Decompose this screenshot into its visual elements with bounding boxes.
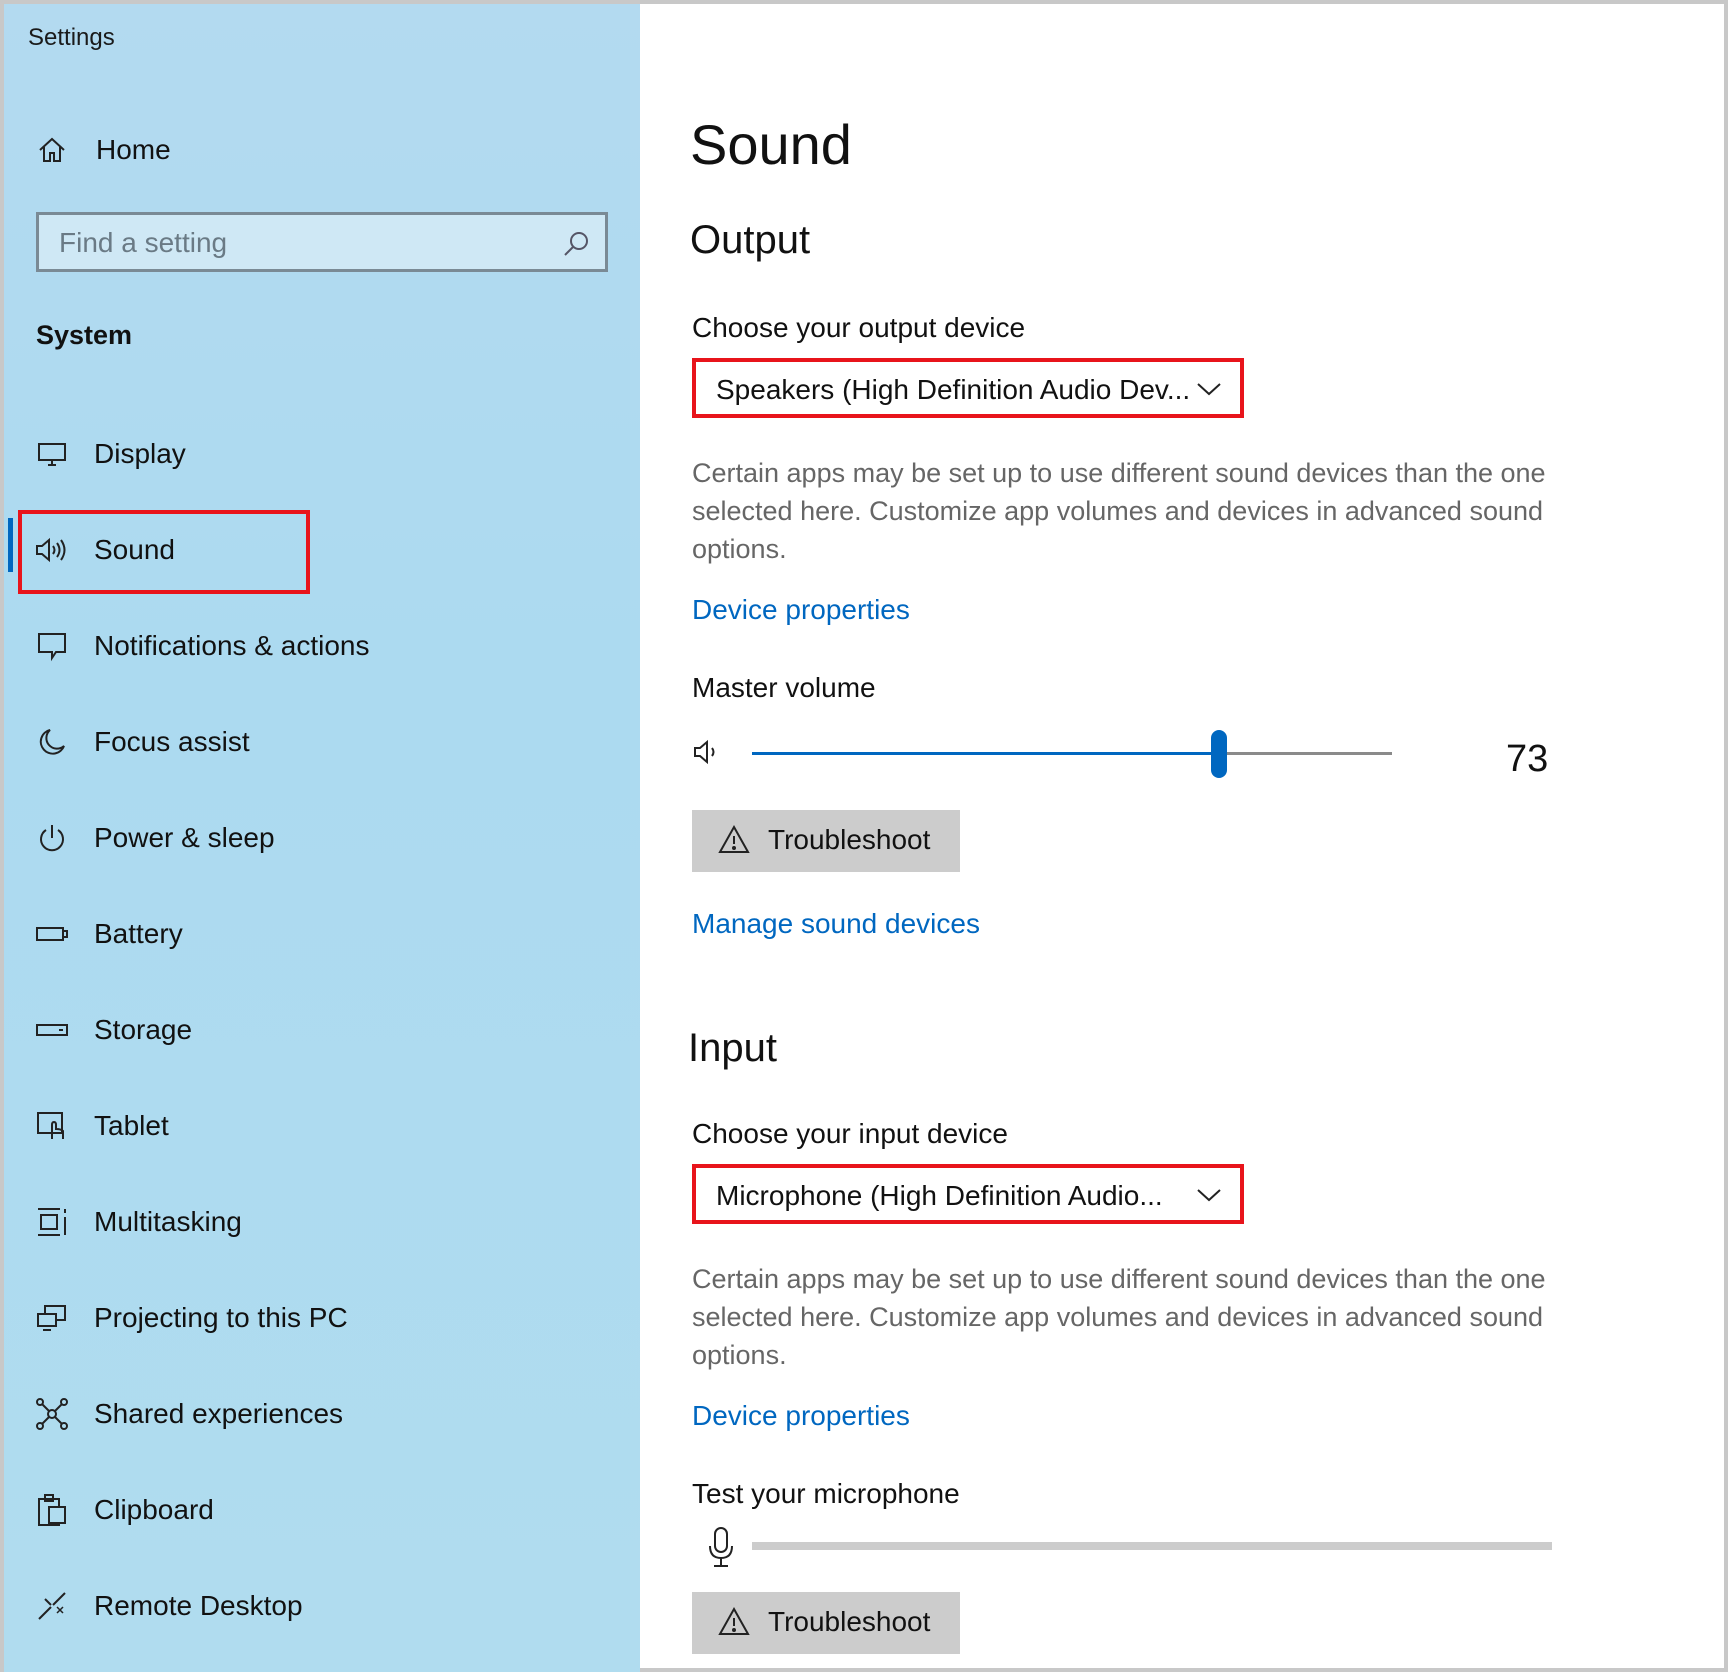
search-input[interactable]: Find a setting: [36, 212, 608, 272]
sidebar-item-label: Remote Desktop: [94, 1590, 303, 1621]
master-volume-slider[interactable]: [752, 730, 1392, 778]
output-device-properties-link[interactable]: Device properties: [692, 594, 910, 626]
troubleshoot-label: Troubleshoot: [768, 1606, 931, 1637]
app-title: Settings: [28, 24, 115, 51]
input-troubleshoot-button[interactable]: Troubleshoot: [692, 1592, 960, 1654]
battery-icon: [34, 916, 70, 952]
sidebar-item-label: Power & sleep: [94, 822, 275, 853]
volume-slider-thumb[interactable]: [1211, 730, 1227, 778]
shared-icon: [34, 1396, 70, 1432]
sidebar-item-storage[interactable]: Storage: [4, 1000, 624, 1060]
sidebar-item-display[interactable]: Display: [4, 424, 624, 484]
sidebar-item-label: Display: [94, 438, 186, 469]
troubleshoot-label: Troubleshoot: [768, 824, 931, 855]
chevron-down-icon: [1196, 1186, 1222, 1204]
input-device-properties-link[interactable]: Device properties: [692, 1400, 910, 1432]
input-description: Certain apps may be set up to use differ…: [692, 1264, 1546, 1370]
chevron-down-icon: [1196, 380, 1222, 398]
page-title: Sound: [690, 113, 852, 176]
microphone-icon: [706, 1526, 736, 1568]
settings-window: Settings Home Find a setting System Disp…: [0, 0, 1728, 1672]
sidebar-item-remote-desktop[interactable]: Remote Desktop: [4, 1576, 624, 1636]
manage-sound-devices-link[interactable]: Manage sound devices: [692, 908, 980, 940]
sidebar: Settings Home Find a setting System Disp…: [4, 4, 640, 1672]
sidebar-item-power-sleep[interactable]: Power & sleep: [4, 808, 624, 868]
power-icon: [34, 820, 70, 856]
output-device-label: Choose your output device: [692, 312, 1026, 343]
home-link[interactable]: Home: [4, 120, 624, 180]
moon-icon: [34, 724, 70, 760]
sidebar-item-label: Battery: [94, 918, 183, 949]
multitasking-icon: [34, 1204, 70, 1240]
sidebar-item-label: Focus assist: [94, 726, 250, 757]
sidebar-item-label: Shared experiences: [94, 1398, 344, 1429]
test-microphone-label: Test your microphone: [692, 1478, 960, 1509]
output-troubleshoot-button[interactable]: Troubleshoot: [692, 810, 960, 872]
sidebar-item-label: Projecting to this PC: [94, 1302, 348, 1333]
volume-slider-fill: [752, 752, 1219, 755]
sidebar-item-label: Clipboard: [94, 1494, 214, 1525]
sidebar-item-battery[interactable]: Battery: [4, 904, 624, 964]
master-volume-label: Master volume: [692, 672, 876, 703]
sidebar-item-label: Storage: [94, 1014, 193, 1045]
search-icon: [561, 229, 591, 259]
warning-icon: [718, 1606, 750, 1638]
warning-icon: [718, 824, 750, 856]
clipboard-icon: [34, 1492, 70, 1528]
tablet-icon: [34, 1108, 70, 1144]
input-device-dropdown[interactable]: Microphone (High Definition Audio...: [692, 1164, 1244, 1224]
search-placeholder: Find a setting: [59, 227, 228, 258]
output-device-value: Speakers (High Definition Audio Dev...: [716, 374, 1191, 405]
sidebar-item-projecting[interactable]: Projecting to this PC: [4, 1288, 624, 1348]
sidebar-item-multitasking[interactable]: Multitasking: [4, 1192, 624, 1252]
home-label: Home: [96, 134, 171, 165]
volume-value: 73: [1506, 738, 1549, 780]
section-title: System: [36, 320, 133, 350]
main-content: Sound Output Choose your output device S…: [640, 4, 1724, 1668]
storage-icon: [34, 1012, 70, 1048]
sidebar-item-focus-assist[interactable]: Focus assist: [4, 712, 624, 772]
input-device-value: Microphone (High Definition Audio...: [716, 1180, 1163, 1211]
microphone-level-bar: [752, 1542, 1552, 1550]
sidebar-item-label: Multitasking: [94, 1206, 242, 1237]
sidebar-item-clipboard[interactable]: Clipboard: [4, 1480, 624, 1540]
input-heading: Input: [688, 1026, 777, 1070]
home-icon: [34, 132, 70, 168]
sidebar-item-shared-experiences[interactable]: Shared experiences: [4, 1384, 624, 1444]
projecting-icon: [34, 1300, 70, 1336]
display-icon: [34, 436, 70, 472]
sidebar-item-tablet[interactable]: Tablet: [4, 1096, 624, 1156]
output-description: Certain apps may be set up to use differ…: [692, 458, 1546, 564]
sidebar-item-notifications[interactable]: Notifications & actions: [4, 616, 624, 676]
remote-desktop-icon: [34, 1588, 70, 1624]
notification-icon: [34, 628, 70, 664]
output-heading: Output: [690, 218, 811, 262]
sidebar-item-label: Tablet: [94, 1110, 169, 1141]
output-device-dropdown[interactable]: Speakers (High Definition Audio Dev...: [692, 358, 1244, 418]
sidebar-item-label: Notifications & actions: [94, 630, 370, 661]
volume-speaker-icon[interactable]: [692, 736, 724, 768]
input-device-label: Choose your input device: [692, 1118, 1008, 1149]
sound-highlight-box: [18, 510, 310, 594]
